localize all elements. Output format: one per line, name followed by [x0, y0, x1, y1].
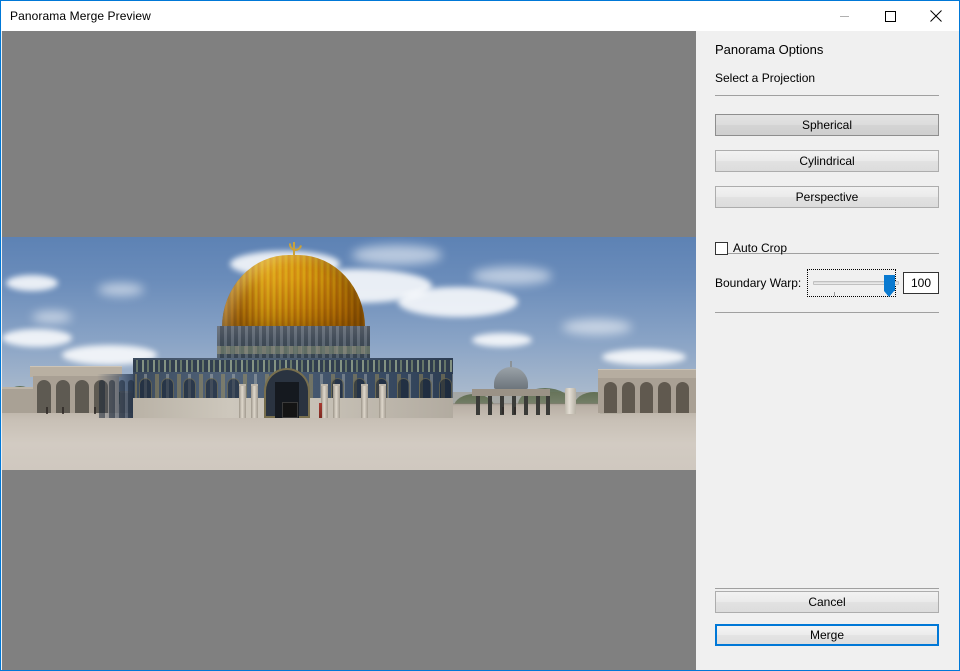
finial-spire [293, 242, 295, 256]
person-figure [94, 407, 96, 414]
auto-crop-row[interactable]: Auto Crop [715, 240, 787, 256]
boundary-warp-value-input[interactable] [903, 272, 939, 294]
right-arcade [598, 369, 696, 413]
window-title: Panorama Merge Preview [10, 9, 151, 23]
crescent-finial-icon [286, 237, 304, 254]
arcade-arch [37, 380, 51, 413]
person-figure [502, 407, 504, 414]
person-figure [62, 407, 64, 414]
slider-thumb[interactable] [884, 275, 895, 291]
merge-button[interactable]: Merge [715, 624, 939, 646]
cloud [602, 349, 686, 365]
person-figure [514, 407, 516, 414]
separator [715, 588, 939, 589]
panel-title: Panorama Options [715, 42, 823, 57]
cloud [562, 319, 632, 335]
cloud [472, 333, 532, 347]
arcade-arch [640, 382, 653, 413]
golden-dome [222, 255, 365, 333]
title-bar: Panorama Merge Preview [1, 1, 959, 31]
panorama-merge-preview-window: Panorama Merge Preview [0, 0, 960, 671]
dome-of-the-rock [133, 238, 453, 418]
dome-of-the-chain [472, 361, 550, 415]
auto-crop-label: Auto Crop [733, 241, 787, 255]
cloud [472, 267, 552, 285]
drum-tile-band [217, 346, 370, 354]
person-figure [46, 407, 48, 414]
small-dome-roof [472, 389, 550, 396]
separator [715, 95, 939, 96]
boundary-warp-label: Boundary Warp: [715, 276, 801, 290]
projection-perspective-button[interactable]: Perspective [715, 186, 939, 208]
projection-spherical-button[interactable]: Spherical [715, 114, 939, 136]
maximize-button[interactable] [867, 1, 913, 31]
maximize-icon [885, 11, 896, 22]
slider-tick-mark [834, 292, 835, 296]
black-kiosk [282, 402, 298, 418]
cloud [32, 311, 72, 323]
cloud [2, 329, 72, 347]
arcade-arch [676, 382, 689, 413]
panorama-options-panel: Panorama Options Select a Projection Sph… [696, 31, 959, 670]
projection-cylindrical-button[interactable]: Cylindrical [715, 150, 939, 172]
red-bollard [319, 403, 322, 418]
boundary-warp-slider[interactable] [807, 269, 896, 297]
separator [715, 312, 939, 313]
arcade-arch [658, 382, 671, 413]
panorama-image [2, 237, 696, 470]
arcade-arch [604, 382, 617, 413]
white-pillar [565, 388, 576, 414]
cloud [6, 275, 58, 291]
projection-section-label: Select a Projection [715, 71, 815, 85]
close-button[interactable] [913, 1, 959, 31]
cancel-button[interactable]: Cancel [715, 591, 939, 613]
close-icon [930, 10, 942, 22]
minimize-icon [839, 11, 850, 22]
arcade-arch [75, 380, 89, 413]
building-side-wall [97, 374, 135, 418]
small-grey-dome [494, 367, 528, 389]
auto-crop-checkbox[interactable] [715, 242, 728, 255]
minimize-button[interactable] [821, 1, 867, 31]
panorama-preview-canvas[interactable] [2, 31, 696, 670]
arcade-arch [622, 382, 635, 413]
boundary-warp-row: Boundary Warp: [715, 269, 939, 297]
